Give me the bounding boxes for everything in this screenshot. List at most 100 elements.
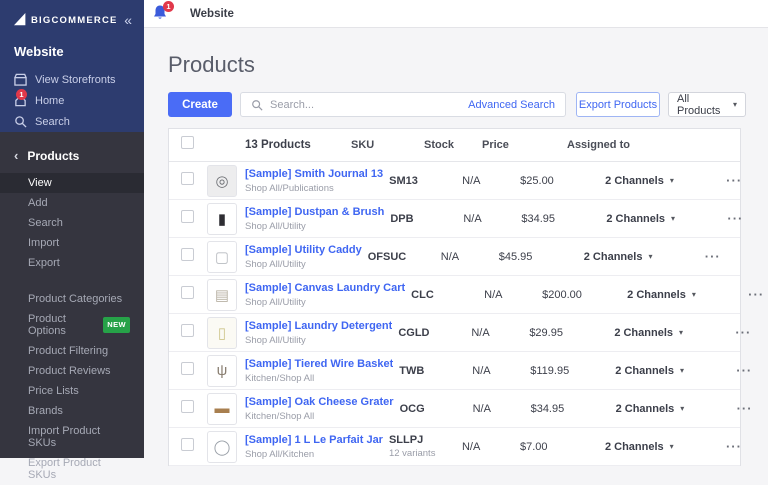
row-actions-button[interactable]: ···: [699, 211, 743, 226]
channels-dropdown[interactable]: 2 Channels ▾: [584, 213, 699, 225]
row-checkbox[interactable]: [181, 171, 194, 185]
sidebar-menu-item[interactable]: Product Filtering: [0, 341, 144, 361]
export-products-button[interactable]: Export Products: [576, 92, 660, 117]
product-name-link[interactable]: [Sample] Dustpan & Brush: [245, 206, 384, 219]
product-sku: CLC: [411, 288, 434, 301]
sidebar-item-label: Home: [35, 94, 65, 107]
products-table: 13 Products SKU Stock Price Assigned to …: [168, 128, 763, 466]
collapse-sidebar-icon[interactable]: «: [124, 12, 132, 28]
sidebar-item-label: Search: [35, 115, 70, 128]
sidebar-menu-item[interactable]: Product Options NEW: [0, 309, 144, 341]
product-stock: N/A: [484, 288, 503, 301]
product-thumbnail: ▮: [207, 202, 237, 235]
product-thumbnail-glyph: ▤: [214, 286, 230, 304]
sidebar-menu-item[interactable]: Import Product SKUs: [0, 421, 144, 453]
product-name-link[interactable]: [Sample] Utility Caddy: [245, 244, 362, 257]
sidebar-menu-item[interactable]: View: [0, 173, 144, 193]
row-checkbox[interactable]: [181, 323, 194, 337]
sidebar-menu-item[interactable]: Import: [0, 233, 144, 253]
row-checkbox[interactable]: [181, 361, 194, 375]
sidebar-menu-item-label: Export Product SKUs: [28, 457, 101, 481]
product-sku: DPB: [390, 212, 414, 225]
product-name-link[interactable]: [Sample] Tiered Wire Basket: [245, 358, 393, 371]
product-name-link[interactable]: [Sample] 1 L Le Parfait Jar: [245, 434, 383, 447]
select-all-checkbox[interactable]: [181, 136, 194, 149]
product-thumbnail: ψ: [207, 354, 237, 387]
bigcommerce-logo: BIGCOMMERCE: [31, 14, 118, 26]
row-actions-button[interactable]: ···: [677, 249, 721, 264]
product-name-link[interactable]: [Sample] Laundry Detergent: [245, 320, 392, 333]
product-name-link[interactable]: [Sample] Canvas Laundry Cart: [245, 282, 405, 295]
row-checkbox[interactable]: [181, 247, 194, 261]
caret-down-icon: ▾: [671, 214, 676, 223]
product-filter-dropdown[interactable]: All Products ▾: [668, 92, 746, 117]
table-row: ▯ [Sample] Laundry Detergent Shop All/Ut…: [169, 314, 750, 352]
row-checkbox[interactable]: [181, 399, 194, 413]
row-actions-button[interactable]: ···: [707, 325, 751, 340]
product-name-link[interactable]: [Sample] Oak Cheese Grater: [245, 396, 394, 409]
caret-down-icon: ▾: [732, 100, 737, 109]
product-name-link[interactable]: [Sample] Smith Journal 13: [245, 168, 383, 181]
column-header-sku: SKU: [351, 139, 375, 151]
product-thumbnail: ▤: [207, 278, 237, 311]
table-row: ▮ [Sample] Dustpan & Brush Shop All/Util…: [169, 200, 743, 238]
sidebar-item-home[interactable]: 1 Home: [0, 89, 144, 111]
product-price: $34.95: [530, 402, 565, 415]
channels-dropdown[interactable]: 2 Channels ▾: [562, 251, 677, 263]
channels-label: 2 Channels: [583, 250, 643, 263]
row-checkbox[interactable]: [181, 285, 194, 299]
notifications-button[interactable]: 1: [152, 0, 174, 24]
notification-count-badge: 1: [163, 0, 174, 12]
topbar-tab-website[interactable]: Website: [190, 8, 234, 20]
row-actions-button[interactable]: ···: [720, 287, 764, 302]
row-actions-button[interactable]: ···: [709, 401, 753, 416]
row-checkbox[interactable]: [181, 437, 194, 451]
sidebar-menu-item[interactable]: Product Categories: [0, 289, 144, 309]
product-sku: OCG: [399, 402, 425, 415]
advanced-search-link[interactable]: Advanced Search: [468, 99, 555, 111]
sidebar-section-products[interactable]: ‹ Products: [0, 132, 144, 173]
row-actions-button[interactable]: ···: [698, 173, 742, 188]
search-icon: [252, 99, 263, 111]
row-actions-button[interactable]: ···: [698, 439, 742, 454]
sidebar-menu-item[interactable]: Price Lists: [0, 381, 144, 401]
product-category: Shop All/Utility: [245, 258, 306, 270]
storefront-icon: [14, 73, 27, 86]
product-thumbnail-glyph: ▢: [214, 248, 230, 266]
channels-label: 2 Channels: [604, 440, 664, 453]
filter-selected-value: All Products: [677, 92, 721, 117]
product-stock: N/A: [461, 440, 481, 453]
sidebar-top-section: BIGCOMMERCE « Website View Storefronts 1…: [0, 0, 144, 132]
product-price: $45.95: [498, 250, 533, 263]
sidebar-menu-item[interactable]: Export: [0, 253, 144, 273]
sidebar-item-search[interactable]: Search: [0, 111, 144, 132]
column-header-assigned: Assigned to: [567, 139, 630, 151]
caret-down-icon: ▾: [669, 176, 674, 185]
row-actions-button[interactable]: ···: [708, 363, 752, 378]
channels-label: 2 Channels: [615, 402, 675, 415]
sidebar-menu-item-label: Brands: [28, 405, 63, 417]
product-price: $7.00: [519, 440, 548, 453]
sidebar-menu-item[interactable]: Product Reviews: [0, 361, 144, 381]
channels-dropdown[interactable]: 2 Channels ▾: [583, 441, 698, 453]
sidebar-section-label: Products: [27, 148, 80, 163]
channels-dropdown[interactable]: 2 Channels ▾: [593, 365, 708, 377]
channels-dropdown[interactable]: 2 Channels ▾: [583, 175, 698, 187]
sidebar-menu-item[interactable]: Brands: [0, 401, 144, 421]
channels-dropdown[interactable]: 2 Channels ▾: [592, 327, 707, 339]
row-checkbox[interactable]: [181, 209, 194, 223]
channels-dropdown[interactable]: 2 Channels ▾: [594, 403, 709, 415]
caret-down-icon: ▾: [679, 328, 684, 337]
sidebar-menu-item[interactable]: Add: [0, 193, 144, 213]
sidebar-menu-item[interactable]: Search: [0, 213, 144, 233]
channels-dropdown[interactable]: 2 Channels ▾: [605, 289, 720, 301]
product-sku: TWB: [399, 364, 425, 377]
create-button[interactable]: Create: [168, 92, 232, 117]
products-count: 13 Products: [245, 139, 311, 151]
table-row: ◯ [Sample] 1 L Le Parfait Jar Shop All/K…: [169, 428, 742, 466]
search-box[interactable]: Advanced Search: [240, 92, 566, 117]
home-notification-badge: 1: [16, 89, 27, 100]
product-thumbnail-glyph: ▯: [217, 324, 227, 342]
search-input[interactable]: [270, 98, 469, 111]
sidebar-item-view-storefronts[interactable]: View Storefronts: [0, 69, 144, 90]
